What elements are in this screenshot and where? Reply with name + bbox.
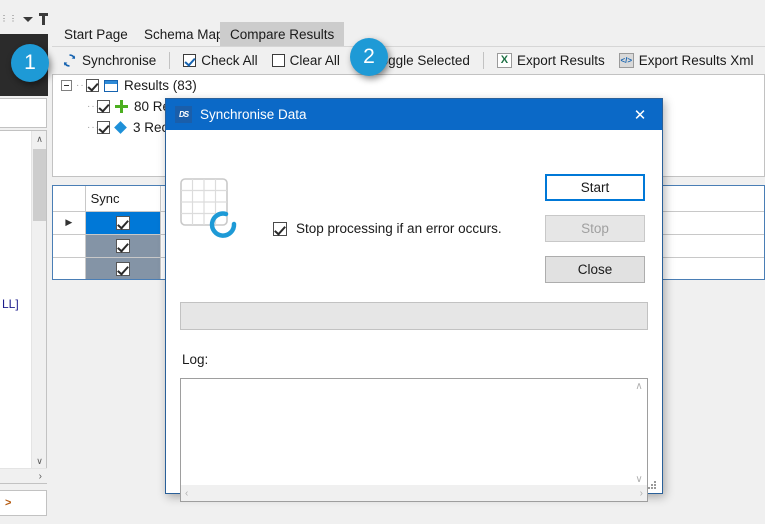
export-results-xml-label: Export Results Xml — [638, 53, 754, 68]
step-badge-2: 2 — [350, 38, 388, 76]
dialog-title: Synchronise Data — [200, 107, 307, 122]
left-panel-vscrollbar[interactable]: ∧ ∨ — [31, 131, 46, 469]
checkbox-empty-icon — [271, 54, 285, 67]
tab-strip: Start Page Schema Map Compare Results — [48, 22, 765, 46]
toolbar-separator-2 — [482, 52, 484, 69]
toolbar-separator — [169, 52, 171, 69]
clear-all-button[interactable]: Clear All — [267, 51, 345, 70]
tree-connector: ··· — [87, 122, 97, 133]
synchronise-data-dialog: DS Synchronise Data ✕ Stop processing if… — [165, 98, 663, 502]
left-editor-panel[interactable]: LL] ∧ ∨ › — [0, 130, 47, 484]
app-icon: DS — [175, 106, 192, 123]
scroll-down-icon[interactable]: ∨ — [635, 474, 642, 485]
tree-connector: ··· — [87, 101, 97, 112]
left-command-box[interactable]: > — [0, 490, 47, 516]
export-results-button[interactable]: X Export Results — [492, 51, 610, 70]
row-marker — [53, 234, 86, 258]
stop-on-error-checkbox-row[interactable]: Stop processing if an error occurs. — [273, 221, 502, 236]
pin-icon[interactable] — [38, 13, 48, 25]
chevron-down-icon[interactable] — [23, 16, 33, 22]
row-sync-checkbox[interactable] — [115, 262, 130, 277]
dock-header: ⋮⋮ — [0, 8, 48, 30]
scroll-right-icon[interactable]: › — [39, 471, 42, 482]
dialog-title-bar[interactable]: DS Synchronise Data ✕ — [166, 99, 662, 130]
log-vscrollbar[interactable]: ∧ ∨ — [631, 379, 647, 487]
tree-node-results[interactable]: ·· Results (83) — [53, 75, 764, 96]
excel-icon: X — [496, 53, 512, 68]
log-hscrollbar[interactable]: ‹ › — [181, 485, 647, 501]
close-button[interactable]: Close — [545, 256, 645, 283]
start-button[interactable]: Start — [545, 174, 645, 201]
row-sync-cell[interactable] — [85, 234, 162, 258]
tree-connector: ·· — [76, 80, 85, 91]
left-panel-text: LL] — [2, 297, 19, 311]
clear-all-label: Clear All — [289, 53, 340, 68]
tab-schema-map[interactable]: Schema Map — [134, 22, 234, 46]
scroll-down-icon[interactable]: ∨ — [32, 453, 47, 469]
stop-on-error-label: Stop processing if an error occurs. — [296, 221, 502, 236]
row-sync-checkbox[interactable] — [115, 216, 130, 231]
step-badge-1: 1 — [11, 44, 49, 82]
resize-grip-icon[interactable] — [648, 481, 658, 491]
check-all-button[interactable]: Check All — [178, 51, 262, 70]
plus-icon — [115, 100, 128, 113]
app-window: ⋮⋮ LL] ∧ ∨ › > Start Page Schema Map Com… — [0, 0, 765, 524]
tree-checkbox[interactable] — [97, 121, 110, 134]
tab-start-page[interactable]: Start Page — [54, 22, 138, 46]
tree-node-label: 3 Rec — [133, 120, 169, 135]
grid-icon — [104, 79, 118, 92]
tree-checkbox[interactable] — [86, 79, 99, 92]
collapse-icon[interactable] — [61, 80, 72, 91]
synchronise-label: Synchronise — [82, 53, 157, 68]
scroll-up-icon[interactable]: ∧ — [32, 131, 47, 147]
tree-checkbox[interactable] — [97, 100, 110, 113]
diamond-icon — [115, 122, 127, 134]
progress-bar — [180, 302, 648, 330]
row-sync-cell[interactable] — [85, 257, 162, 279]
column-header-sync[interactable]: Sync — [85, 186, 162, 212]
scroll-up-icon[interactable]: ∧ — [635, 381, 642, 392]
export-results-label: Export Results — [516, 53, 605, 68]
column-header-rowmarker[interactable] — [53, 186, 86, 212]
scrollbar-thumb[interactable] — [33, 149, 46, 221]
left-upper-box — [0, 98, 47, 128]
dialog-body: Stop processing if an error occurs. Star… — [166, 130, 662, 502]
prompt-icon: > — [5, 497, 12, 509]
checkbox-checked-icon — [183, 54, 197, 67]
row-sync-cell[interactable] — [85, 211, 162, 235]
row-marker — [53, 257, 86, 279]
close-icon[interactable]: ✕ — [618, 99, 662, 130]
log-label: Log: — [182, 352, 209, 367]
scroll-right-icon[interactable]: › — [640, 488, 643, 499]
synchronise-button[interactable]: Synchronise — [57, 51, 161, 70]
row-marker: ▶ — [53, 211, 86, 235]
stop-button: Stop — [545, 215, 645, 242]
sync-icon — [62, 53, 77, 68]
grid-sync-spinner-icon — [180, 178, 242, 240]
tree-node-label: Results (83) — [124, 78, 197, 93]
stop-on-error-checkbox[interactable] — [273, 221, 287, 236]
check-all-label: Check All — [201, 53, 258, 68]
export-results-xml-button[interactable]: </> Export Results Xml — [614, 51, 759, 70]
toggle-selected-label: Toggle Selected — [373, 53, 470, 68]
tab-compare-results[interactable]: Compare Results — [220, 22, 345, 46]
ellipsis-icon: ⋮⋮ — [0, 14, 18, 23]
row-sync-checkbox[interactable] — [115, 239, 130, 254]
log-textarea[interactable]: ∧ ∨ ‹ › — [180, 378, 648, 502]
scroll-left-icon[interactable]: ‹ — [185, 488, 188, 499]
left-panel-hscrollbar[interactable]: › — [0, 468, 47, 483]
results-toolbar: Synchronise Check All Clear All Toggle S… — [52, 46, 765, 74]
xml-icon: </> — [618, 53, 634, 68]
